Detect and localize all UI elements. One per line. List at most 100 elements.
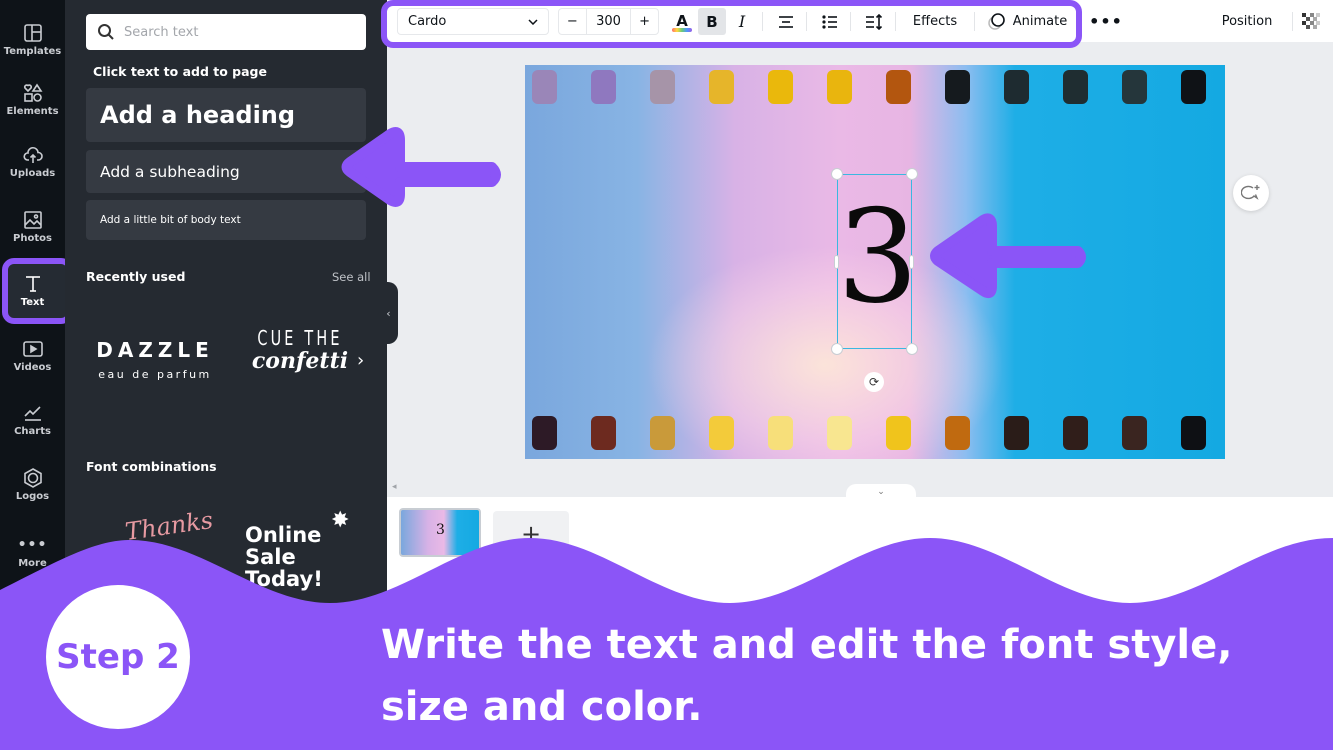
text-t-icon xyxy=(23,274,43,294)
resize-handle-br[interactable] xyxy=(906,343,918,355)
resize-handle-tl[interactable] xyxy=(831,168,843,180)
templates-icon xyxy=(23,23,43,43)
rail-item-videos[interactable]: Videos xyxy=(0,326,65,386)
upload-cloud-icon xyxy=(22,145,43,165)
resize-handle-left[interactable] xyxy=(834,255,839,269)
logo-badge-icon xyxy=(23,468,43,488)
resize-handle-tr[interactable] xyxy=(906,168,918,180)
video-icon xyxy=(22,339,43,359)
transparency-checker-icon xyxy=(1302,12,1320,29)
film-sprocket xyxy=(532,416,557,450)
film-sprocket xyxy=(1063,70,1088,104)
film-sprocket xyxy=(1181,416,1206,450)
chevron-left-icon: ‹ xyxy=(386,306,391,320)
add-heading-button[interactable]: Add a heading xyxy=(86,88,366,142)
combo-online-sale[interactable]: Online Sale Today! xyxy=(245,524,323,590)
rail-item-photos[interactable]: Photos xyxy=(0,197,65,257)
film-sprocket xyxy=(1181,70,1206,104)
cue-title: CUE THE xyxy=(257,326,343,350)
film-sprocket xyxy=(709,416,734,450)
caption-line: Write the text and edit the font style, xyxy=(381,622,1233,668)
combo-line: Today! xyxy=(245,567,323,591)
caption-line: size and color. xyxy=(381,684,703,730)
film-sprocket xyxy=(1122,70,1147,104)
scroll-left-arrow[interactable]: ◂ xyxy=(392,482,397,492)
cue-subtitle: confetti xyxy=(251,348,349,374)
film-sprocket xyxy=(591,416,616,450)
film-sprocket xyxy=(827,416,852,450)
rail-label: Templates xyxy=(3,46,62,57)
recently-used-heading: Recently used xyxy=(86,269,186,284)
recent-font-dazzle[interactable]: DAZZLE eau de parfum xyxy=(95,338,215,381)
dazzle-subtitle: eau de parfum xyxy=(98,368,212,381)
combo-line: Sale xyxy=(245,545,296,569)
rail-item-text[interactable]: Text xyxy=(0,261,65,321)
film-sprocket xyxy=(532,70,557,104)
screen: Templates Elements Uploads Photos Text V… xyxy=(0,0,1333,750)
film-sprocket xyxy=(650,416,675,450)
chart-line-icon xyxy=(23,403,43,423)
resize-handle-right[interactable] xyxy=(909,255,914,269)
rail-item-uploads[interactable]: Uploads xyxy=(0,132,65,192)
film-sprocket xyxy=(1004,416,1029,450)
toolbar-highlight xyxy=(381,0,1082,48)
rail-item-templates[interactable]: Templates xyxy=(0,10,65,70)
divider xyxy=(1292,12,1293,31)
combo-thanks[interactable]: Thanks xyxy=(123,506,214,546)
rail-label: Photos xyxy=(13,233,52,244)
search-icon xyxy=(98,24,114,40)
font-combinations-heading: Font combinations xyxy=(86,459,217,474)
add-page-button[interactable]: + xyxy=(493,511,569,557)
film-sprocket xyxy=(768,416,793,450)
film-sprocket xyxy=(1063,416,1088,450)
step-badge: Step 2 xyxy=(46,585,190,729)
rail-label: Logos xyxy=(15,491,50,502)
thumbnail-text: 3 xyxy=(436,522,445,538)
film-sprocket xyxy=(1004,70,1029,104)
film-sprocket xyxy=(945,70,970,104)
film-sprocket xyxy=(827,70,852,104)
pages-toggle[interactable]: ⌄ xyxy=(846,484,916,498)
design-canvas[interactable]: 3 ⟳ xyxy=(525,65,1225,459)
rotate-handle[interactable]: ⟳ xyxy=(864,372,884,392)
film-sprocket xyxy=(945,416,970,450)
chevron-right-icon[interactable]: › xyxy=(357,350,364,371)
sparkle-icon: ✸ xyxy=(331,508,350,533)
rail-item-more[interactable]: ••• More xyxy=(0,522,65,582)
transparency-button[interactable] xyxy=(1300,8,1322,35)
page-thumbnail[interactable]: 3 xyxy=(399,508,481,557)
click-text-label: Click text to add to page xyxy=(93,64,267,79)
film-sprocket xyxy=(591,70,616,104)
rail-label: Uploads xyxy=(9,168,56,179)
film-sprocket xyxy=(709,70,734,104)
collapse-panel-handle[interactable]: ‹ xyxy=(379,282,398,344)
rail-item-logos[interactable]: Logos xyxy=(0,455,65,515)
film-sprocket xyxy=(768,70,793,104)
film-sprocket xyxy=(886,416,911,450)
add-body-text-button[interactable]: Add a little bit of body text xyxy=(86,200,366,240)
add-comment-button[interactable] xyxy=(1233,175,1269,211)
rail-label: Text xyxy=(20,297,45,308)
rail-label: Charts xyxy=(14,426,51,437)
rail-label: More xyxy=(18,558,47,569)
resize-handle-bl[interactable] xyxy=(831,343,843,355)
position-button[interactable]: Position xyxy=(1212,8,1282,35)
recent-font-cue-the-confetti[interactable]: CUE THE confetti xyxy=(240,326,360,374)
photo-icon xyxy=(23,210,43,230)
rotate-icon: ⟳ xyxy=(868,375,880,389)
see-all-link[interactable]: See all xyxy=(332,270,371,284)
add-subheading-button[interactable]: Add a subheading xyxy=(86,150,366,193)
more-dots-icon: ••• xyxy=(17,537,48,553)
comment-plus-icon xyxy=(1241,185,1260,200)
more-options-button[interactable]: ••• xyxy=(1089,8,1122,35)
search-box[interactable] xyxy=(86,14,366,50)
combo-line: Online xyxy=(245,523,322,547)
rail-item-charts[interactable]: Charts xyxy=(0,390,65,450)
search-input[interactable] xyxy=(124,24,344,40)
rail-item-elements[interactable]: Elements xyxy=(0,70,65,130)
selection-box xyxy=(837,174,912,349)
film-sprocket xyxy=(650,70,675,104)
film-sprocket xyxy=(886,70,911,104)
rail-label: Videos xyxy=(13,362,52,373)
dazzle-title: DAZZLE xyxy=(96,338,214,362)
